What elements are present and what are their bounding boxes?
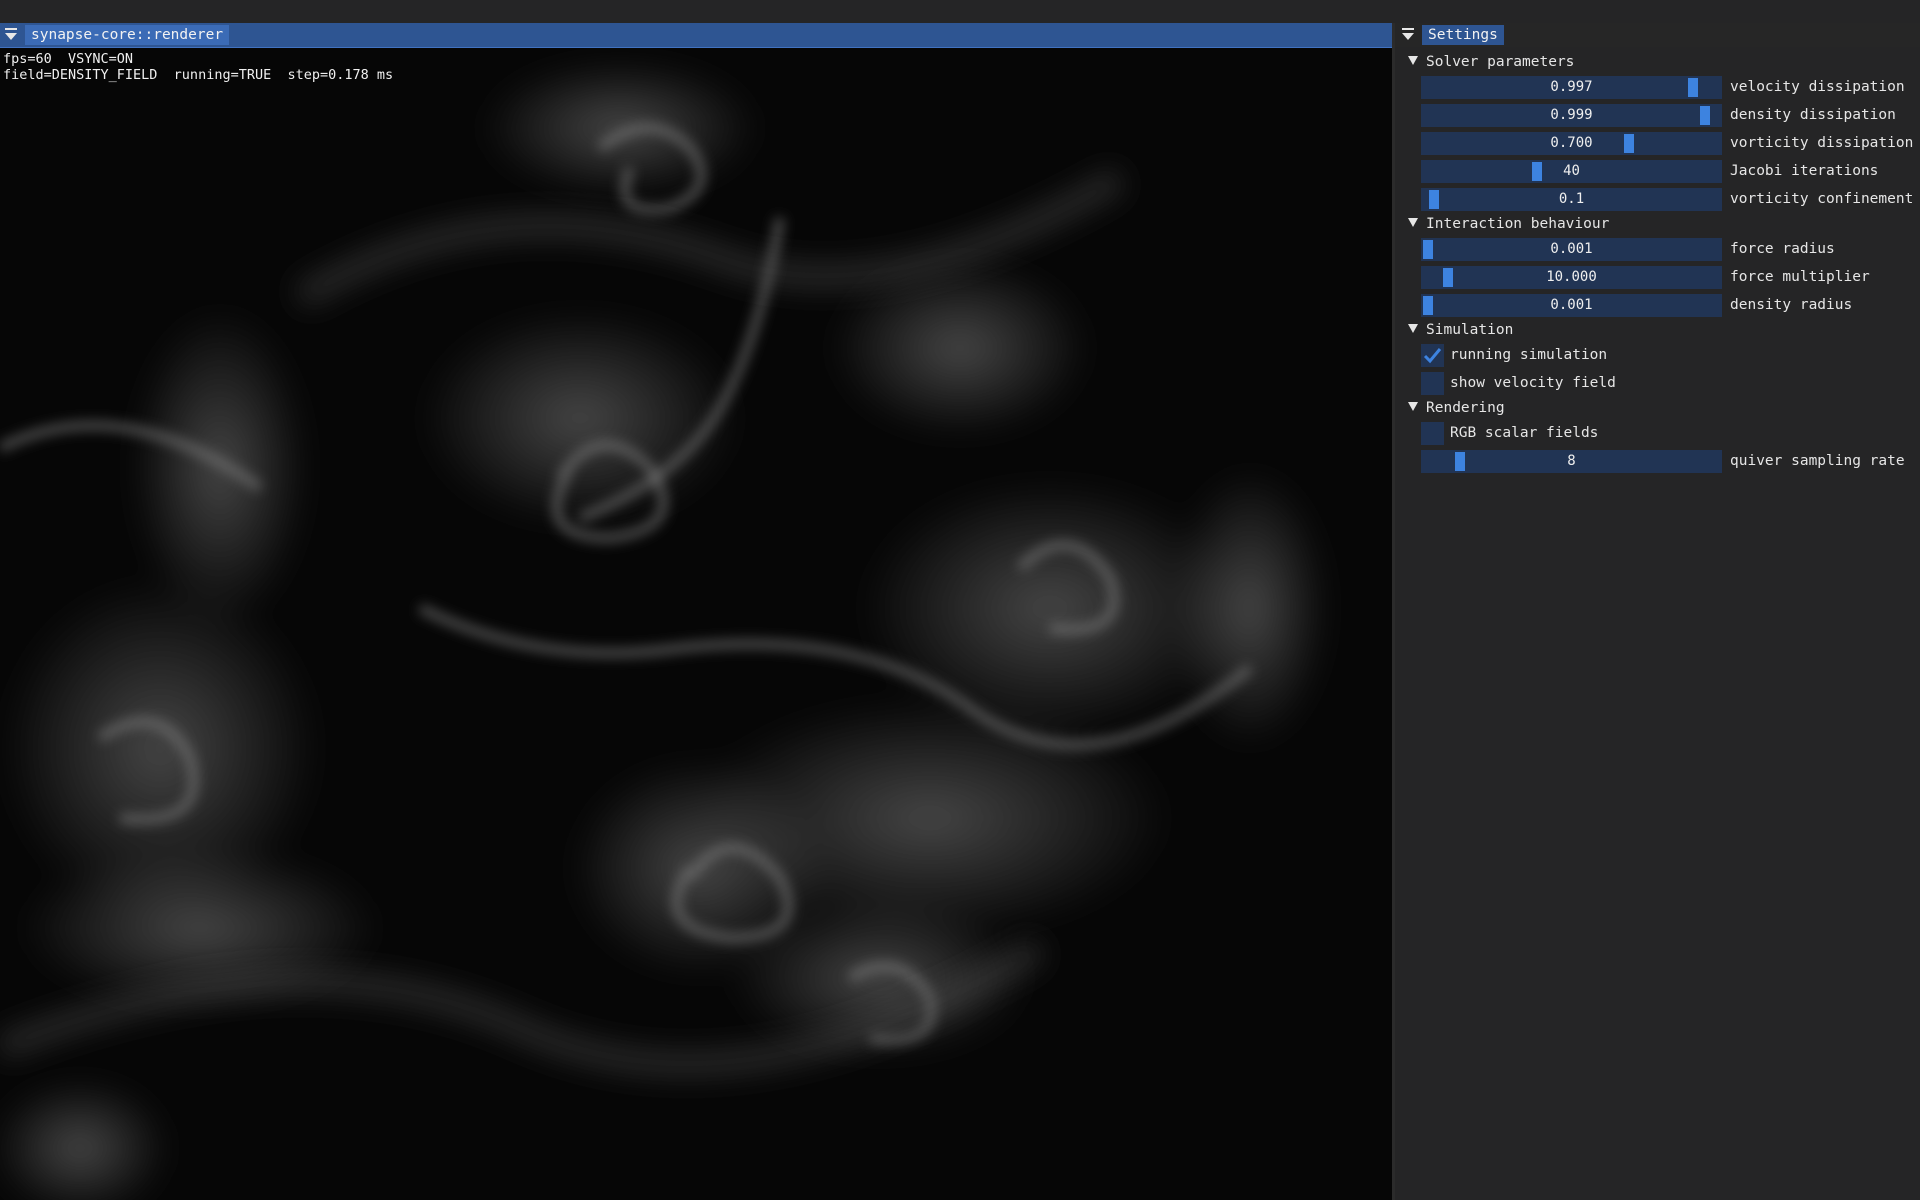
rgb-scalar-fields-label[interactable]: RGB scalar fields <box>1450 422 1598 445</box>
stats-fps: fps=60 VSYNC=ON <box>3 51 134 67</box>
density-dissipation-label: density dissipation <box>1730 107 1896 123</box>
force-radius-label: force radius <box>1730 241 1835 257</box>
section-rendering[interactable]: Rendering <box>1408 398 1505 418</box>
slider-value: 0.001 <box>1550 241 1593 257</box>
density-radius-slider[interactable]: 0.001 <box>1421 294 1722 317</box>
rgb-scalar-fields-checkbox[interactable] <box>1421 422 1444 445</box>
jacobi-iterations-label: Jacobi iterations <box>1730 163 1879 179</box>
slider-value: 0.700 <box>1550 135 1593 151</box>
vorticity-dissipation-label: vorticity dissipation <box>1730 135 1914 151</box>
section-label: Simulation <box>1426 322 1514 338</box>
settings-title-bar[interactable]: Settings <box>1395 23 1920 47</box>
stats-overlay: fps=60 VSYNC=ON field=DENSITY_FIELD runni… <box>3 51 393 83</box>
slider-value: 0.1 <box>1558 191 1585 207</box>
slider-value: 8 <box>1567 453 1576 469</box>
collapse-menu-icon[interactable] <box>1401 27 1419 43</box>
density-dissipation-slider[interactable]: 0.999 <box>1421 104 1722 127</box>
jacobi-iterations-slider[interactable]: 40 <box>1421 160 1722 183</box>
slider-value: 0.999 <box>1550 107 1593 123</box>
show-velocity-field-label[interactable]: show velocity field <box>1450 372 1616 395</box>
force-multiplier-label: force multiplier <box>1730 269 1870 285</box>
density-field-canvas[interactable] <box>0 48 1394 1200</box>
show-velocity-field-checkbox[interactable] <box>1421 372 1444 395</box>
velocity-dissipation-label: velocity dissipation <box>1730 79 1905 95</box>
quiver-sampling-rate-slider[interactable]: 8 <box>1421 450 1722 473</box>
section-label: Interaction behaviour <box>1426 216 1610 232</box>
slider-value: 40 <box>1563 163 1580 179</box>
force-multiplier-slider[interactable]: 10.000 <box>1421 266 1722 289</box>
running-simulation-checkbox[interactable] <box>1421 344 1444 367</box>
checkmark-icon <box>1423 348 1442 364</box>
section-label: Solver parameters <box>1426 54 1575 70</box>
density-radius-label: density radius <box>1730 297 1853 313</box>
section-simulation[interactable]: Simulation <box>1408 320 1513 340</box>
triangle-down-icon <box>1408 218 1418 227</box>
slider-value: 0.001 <box>1550 297 1593 313</box>
force-radius-slider[interactable]: 0.001 <box>1421 238 1722 261</box>
renderer-title-bar[interactable]: synapse-core::renderer <box>0 23 1394 48</box>
section-solver-parameters[interactable]: Solver parameters <box>1408 52 1574 72</box>
vorticity-confinement-slider[interactable]: 0.1 <box>1421 188 1722 211</box>
vorticity-dissipation-slider[interactable]: 0.700 <box>1421 132 1722 155</box>
triangle-down-icon <box>1408 402 1418 411</box>
settings-title[interactable]: Settings <box>1422 25 1504 45</box>
stats-field: field=DENSITY_FIELD running=TRUE step=0.… <box>3 67 394 83</box>
running-simulation-label[interactable]: running simulation <box>1450 344 1607 367</box>
triangle-down-icon <box>1408 324 1418 333</box>
section-label: Rendering <box>1426 400 1505 416</box>
slider-value: 10.000 <box>1546 269 1597 285</box>
vorticity-confinement-label: vorticity confinement <box>1730 191 1914 207</box>
collapse-menu-icon[interactable] <box>4 27 22 43</box>
slider-value: 0.997 <box>1550 79 1593 95</box>
quiver-sampling-rate-label: quiver sampling rate <box>1730 453 1905 469</box>
settings-window: Settings Solver parameters 0.997 velocit… <box>1395 23 1920 1200</box>
section-interaction-behaviour[interactable]: Interaction behaviour <box>1408 214 1609 234</box>
triangle-down-icon <box>1408 56 1418 65</box>
renderer-title[interactable]: synapse-core::renderer <box>25 25 230 45</box>
renderer-window: synapse-core::renderer fps=60 VSYNC=ON f… <box>0 23 1394 1200</box>
top-menu-bar <box>0 0 1920 23</box>
velocity-dissipation-slider[interactable]: 0.997 <box>1421 76 1722 99</box>
